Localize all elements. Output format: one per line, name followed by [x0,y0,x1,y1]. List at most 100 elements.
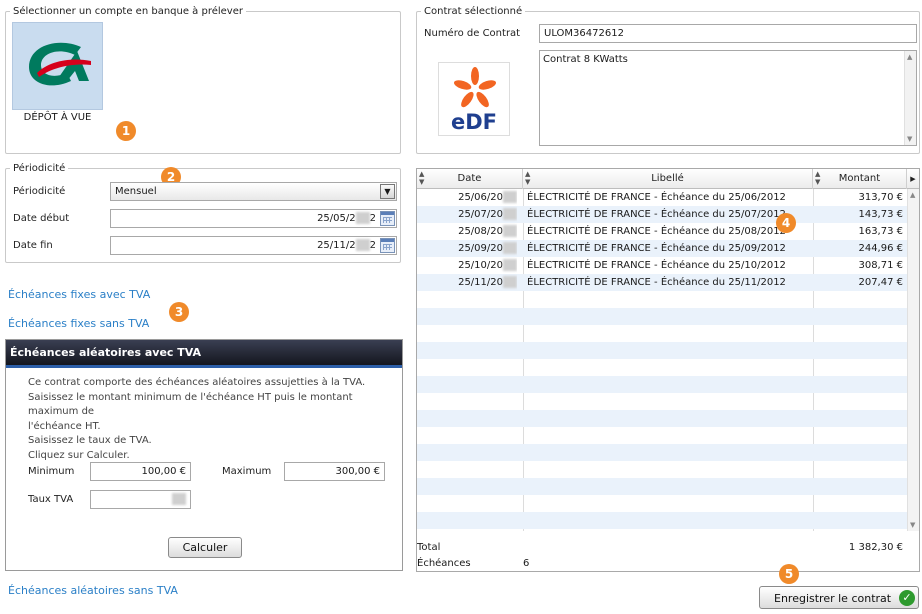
column-header-date[interactable]: ▲ ▼ Date [417,169,523,189]
maximum-field[interactable]: 300,00 € [284,462,385,481]
end-date-field[interactable]: 25/11/2 2 [110,236,397,255]
bank-account-label: DÉPÔT À VUE [23,112,92,123]
start-date-field[interactable]: 25/05/2 2 [110,209,397,228]
fixed-novat-link[interactable]: Échéances fixes sans TVA [8,317,149,330]
cell-label: ÉLECTRICITÉ DE FRANCE - Échéance du 25/0… [527,209,786,220]
vat-rate-field[interactable] [90,490,191,509]
cell-date-text: 25/06/20 [458,192,503,203]
cell-date: 25/09/20 [417,240,517,257]
column-header-amount[interactable]: ▲ ▼ Montant [813,169,907,189]
cell-date: 25/06/20 [417,189,517,206]
sort-icon: ▲ ▼ [525,170,531,186]
scroll-up-icon[interactable]: ▲ [910,191,915,199]
redacted-mark [503,276,517,288]
table-row[interactable]: 25/11/20 ÉLECTRICITÉ DE FRANCE - Échéance… [417,274,907,291]
cell-label: ÉLECTRICITÉ DE FRANCE - Échéance du 25/1… [527,260,786,271]
instruction-line: Saisissez le taux de TVA. [28,435,152,446]
contract-number-field[interactable]: ULOM36472612 [539,24,917,43]
periodicity-select[interactable]: Mensuel ▼ [110,182,397,201]
redacted-mark [503,259,517,271]
table-row[interactable]: 25/10/20 ÉLECTRICITÉ DE FRANCE - Échéance… [417,257,907,274]
random-novat-link[interactable]: Échéances aléatoires sans TVA [8,584,178,597]
column-header-amount-text: Montant [838,173,881,184]
fixed-vat-link[interactable]: Échéances fixes avec TVA [8,288,150,301]
sort-icon: ▲ ▼ [815,170,821,186]
table-row[interactable]: 25/07/20 ÉLECTRICITÉ DE FRANCE - Échéance… [417,206,907,223]
save-contract-button[interactable]: Enregistrer le contrat ✓ [759,586,919,609]
table-row[interactable]: 25/08/20 ÉLECTRICITÉ DE FRANCE - Échéance… [417,223,907,240]
cell-label: ÉLECTRICITÉ DE FRANCE - Échéance du 25/0… [527,243,786,254]
redacted-mark [172,493,186,505]
chevron-down-icon[interactable]: ▼ [380,184,395,199]
scroll-up-icon[interactable]: ▲ [907,53,912,61]
minimum-field[interactable]: 100,00 € [90,462,191,481]
cell-amount: 143,73 € [858,209,903,220]
scroll-down-icon[interactable]: ▼ [907,135,912,143]
scroll-down-icon[interactable]: ▼ [910,521,915,529]
cell-date-text: 25/09/20 [458,243,503,254]
calendar-icon[interactable] [380,238,395,253]
redacted-mark [503,225,517,237]
instruction-line: Cliquez sur Calculer. [28,449,130,461]
schedule-table: ▲ ▼ Date ▲ ▼ Libellé ▲ ▼ Montant ▶ 25/06/20… [416,168,920,572]
minimum-label: Minimum [28,466,75,477]
table-row-empty [417,291,907,308]
scroll-right-icon[interactable]: ▶ [907,169,919,189]
table-row-empty [417,308,907,325]
column-header-label[interactable]: ▲ ▼ Libellé [523,169,813,189]
maximum-label: Maximum [222,466,272,477]
cell-amount: 313,70 € [858,192,903,203]
redacted-mark [355,239,370,251]
table-row-empty [417,376,907,393]
table-row-empty [417,444,907,461]
bank-account-legend: Sélectionner un compte en banque à préle… [13,6,243,17]
table-row-empty [417,410,907,427]
table-row-empty [417,342,907,359]
table-row-empty [417,478,907,495]
random-vat-instructions: Ce contrat comporte des échéances aléato… [28,376,402,463]
instruction-line: Saisissez le montant minimum de l'échéan… [28,391,353,418]
cell-date: 25/10/20 [417,257,517,274]
end-date-value: 25/11/2 [317,240,356,251]
column-header-label-text: Libellé [651,173,684,184]
cell-amount: 163,73 € [858,226,903,237]
table-row-empty [417,427,907,444]
contract-description-text: Contrat 8 KWatts [543,54,628,65]
credit-agricole-logo-icon [29,42,91,86]
calculate-button[interactable]: Calculer [168,537,242,558]
table-row-empty [417,325,907,342]
description-scrollbar[interactable]: ▲ ▼ [904,51,916,145]
contract-number-label: Numéro de Contrat [424,28,521,39]
periodicity-select-value: Mensuel [115,186,157,197]
periodicity-label: Périodicité [13,186,66,197]
count-value: 6 [523,558,530,569]
instruction-line: Ce contrat comporte des échéances aléato… [28,377,366,388]
redacted-mark [503,242,517,254]
redacted-mark [503,208,517,220]
count-label: Échéances [417,558,471,569]
cell-amount: 308,71 € [858,260,903,271]
bank-account-tile[interactable] [12,22,103,110]
schedule-table-header: ▲ ▼ Date ▲ ▼ Libellé ▲ ▼ Montant ▶ [417,169,919,189]
table-row[interactable]: 25/09/20 ÉLECTRICITÉ DE FRANCE - Échéance… [417,240,907,257]
table-row[interactable]: 25/06/20 ÉLECTRICITÉ DE FRANCE - Échéance… [417,189,907,206]
cell-label: ÉLECTRICITÉ DE FRANCE - Échéance du 25/1… [527,277,786,288]
instruction-line: l'échéance HT. [28,420,101,432]
table-scrollbar[interactable]: ▲ ▼ [907,189,919,531]
random-vat-panel-header[interactable]: Échéances aléatoires avec TVA [6,340,402,368]
start-date-value: 25/05/2 [317,213,356,224]
sort-icon: ▲ ▼ [419,170,425,186]
contract-description-field[interactable]: Contrat 8 KWatts ▲ ▼ [539,50,917,146]
random-vat-panel: Échéances aléatoires avec TVA Ce contrat… [5,339,403,571]
cell-label: ÉLECTRICITÉ DE FRANCE - Échéance du 25/0… [527,192,786,203]
start-date-label: Date début [13,213,70,224]
redacted-mark [355,212,370,224]
callout-4: 4 [776,213,796,233]
table-row-empty [417,393,907,410]
cell-date: 25/07/20 [417,206,517,223]
callout-3: 3 [169,302,189,322]
callout-1: 1 [116,121,136,141]
checkmark-icon: ✓ [899,590,915,606]
cell-date: 25/08/20 [417,223,517,240]
calendar-icon[interactable] [380,211,395,226]
